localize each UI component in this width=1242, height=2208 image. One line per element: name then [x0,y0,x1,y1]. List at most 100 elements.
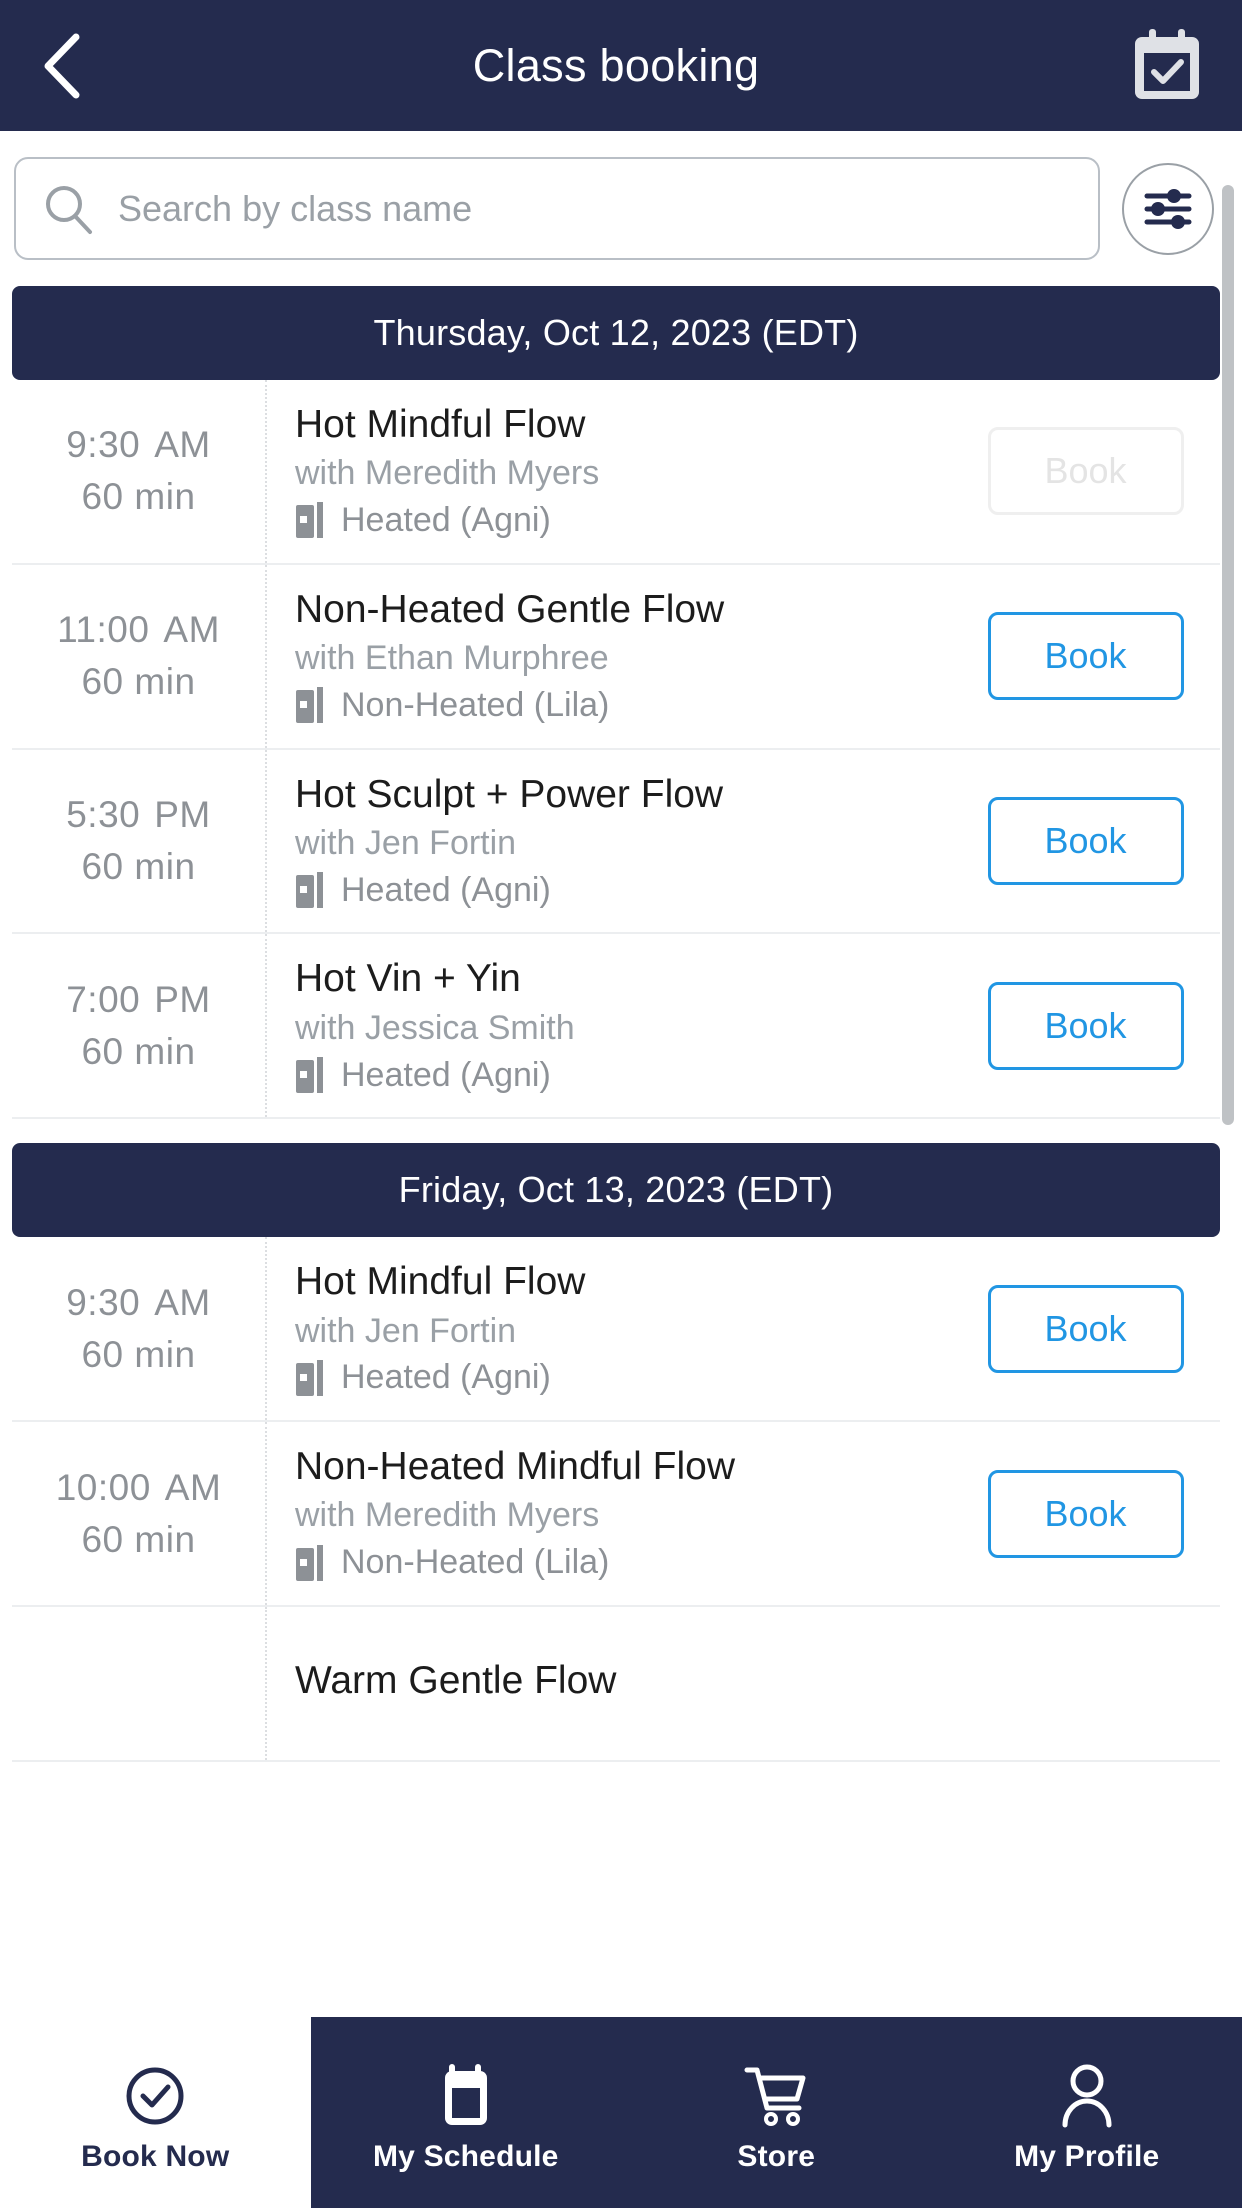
day-header: Thursday, Oct 12, 2023 (EDT) [12,286,1220,380]
class-info-column: Non-Heated Mindful Flow with Meredith Mye… [267,1422,965,1605]
class-action-column: Book [965,565,1220,748]
class-time-column: 7:00 PM 60 min [12,934,267,1118]
book-button[interactable]: Book [987,1469,1184,1558]
class-time-ampm: PM [154,978,211,1020]
class-action-column: Book [965,1237,1220,1420]
class-duration: 60 min [81,476,196,518]
bottom-navigation: Book Now My Schedule Store My Profile [0,2017,1242,2208]
class-info-column: Hot Vin + Yin with Jessica Smith Heated (A… [267,934,965,1117]
nav-label-store: Store [737,2139,816,2173]
app-header: Class booking [0,0,1242,131]
class-room: Heated (Agni) [295,500,955,541]
day-block: Thursday, Oct 12, 2023 (EDT) 9:30 AM 60 min… [0,286,1232,1120]
book-button: Book [987,427,1184,516]
class-info-column: Hot Sculpt + Power Flow with Jen Fortin He… [267,750,965,933]
nav-label-my-schedule: My Schedule [372,2139,559,2173]
search-icon [46,185,92,234]
class-time [132,1657,146,1699]
filter-button[interactable] [1122,162,1214,255]
calendar-check-icon [1135,28,1199,99]
nav-item-my-schedule[interactable]: My Schedule [310,2017,621,2208]
class-time-ampm: AM [163,609,220,651]
search-box[interactable] [14,157,1100,260]
class-room-label: Heated (Agni) [341,870,551,909]
class-room: Heated (Agni) [295,1055,955,1096]
book-button[interactable]: Book [987,797,1184,886]
class-schedule-scroll[interactable]: Thursday, Oct 12, 2023 (EDT) 9:30 AM 60 min… [0,286,1232,2208]
class-time-value: 9:30 [66,1281,141,1323]
class-name: Hot Mindful Flow [295,403,586,446]
class-action-column [965,1607,1220,1760]
chevron-left-icon [44,33,80,98]
class-room: Heated (Agni) [295,870,955,911]
book-button[interactable]: Book [987,981,1184,1070]
day-block: Friday, Oct 13, 2023 (EDT) 9:30 AM 60 min Ho… [0,1143,1232,1762]
class-duration: 60 min [81,1333,196,1375]
book-button[interactable]: Book [987,1284,1184,1373]
class-info-column: Warm Gentle Flow [267,1607,965,1760]
class-row[interactable]: 5:30 PM 60 min Hot Sculpt + Power Flow with … [12,749,1220,935]
page-title: Class booking [472,39,760,91]
calendar-button[interactable] [1124,28,1202,103]
door-icon [296,1359,323,1396]
class-teacher: with Ethan Murphree [295,639,609,678]
day-header: Friday, Oct 13, 2023 (EDT) [12,1143,1220,1238]
class-time-column: 5:30 PM 60 min [12,749,267,933]
door-icon [296,872,323,909]
class-row[interactable]: 7:00 PM 60 min Hot Vin + Yin with Jessica Sm… [12,934,1220,1120]
class-teacher: with Meredith Myers [295,454,600,493]
class-room: Non-Heated (Lila) [295,685,955,726]
class-info-column: Non-Heated Gentle Flow with Ethan Murphre… [267,565,965,748]
class-time-ampm: AM [154,424,211,466]
nav-item-book-now[interactable]: Book Now [0,2017,311,2208]
door-icon [296,502,323,539]
search-bar-row [0,131,1232,286]
class-time-ampm: AM [154,1281,211,1323]
class-room: Non-Heated (Lila) [295,1542,955,1583]
class-row[interactable]: 9:30 AM 60 min Hot Mindful Flow with Jen For… [12,1237,1220,1423]
nav-item-store[interactable]: Store [621,2017,932,2208]
class-time-value: 7:00 [66,978,141,1020]
book-button[interactable]: Book [987,612,1184,701]
door-icon [296,687,323,724]
class-name: Non-Heated Mindful Flow [295,1445,736,1489]
class-time-column: 9:30 AM 60 min [12,380,267,563]
class-row[interactable]: 10:00 AM 60 min Non-Heated Mindful Flow with… [12,1422,1220,1607]
door-icon [296,1056,323,1093]
check-circle-icon [124,2060,186,2132]
nav-item-my-profile[interactable]: My Profile [931,2017,1242,2208]
class-room: Heated (Agni) [295,1357,955,1398]
class-time: 5:30 PM [66,794,211,836]
class-teacher: with Jen Fortin [295,823,517,862]
class-booking-screen: Class booking Search by class name Thurs… [0,0,1242,2208]
class-time-column: 9:30 AM 60 min [12,1237,267,1421]
class-room-label: Heated (Agni) [341,501,551,540]
class-room-label: Heated (Agni) [341,1358,551,1397]
search-input[interactable] [118,187,1072,230]
class-time-value: 9:30 [66,424,141,466]
class-duration: 60 min [81,1030,196,1072]
class-room-label: Non-Heated (Lila) [341,685,610,724]
class-time-column [12,1606,267,1760]
back-button[interactable] [40,21,118,111]
class-time: 7:00 PM [66,979,211,1021]
class-action-column: Book [965,1422,1220,1605]
shopping-cart-icon [743,2060,809,2132]
class-time: 11:00 AM [57,609,220,651]
class-name: Hot Vin + Yin [295,957,521,1001]
class-teacher: with Jen Fortin [295,1311,517,1350]
class-row[interactable]: Warm Gentle Flow [12,1606,1220,1762]
vertical-scrollbar[interactable] [1222,185,1234,1125]
class-time-ampm: PM [154,794,211,836]
class-duration: 60 min [81,1518,196,1560]
nav-label-my-profile: My Profile [1014,2139,1160,2173]
class-name: Hot Sculpt + Power Flow [295,772,724,816]
person-icon [1057,2060,1117,2132]
nav-label-book-now: Book Now [81,2139,230,2173]
class-row[interactable]: 9:30 AM 60 min Hot Mindful Flow with Meredit… [12,380,1220,565]
class-row[interactable]: 11:00 AM 60 min Non-Heated Gentle Flow with … [12,564,1220,750]
class-time-column: 11:00 AM 60 min [12,564,267,748]
sliders-filter-icon [1144,188,1192,229]
class-time: 10:00 AM [56,1467,222,1509]
calendar-icon [435,2060,497,2132]
